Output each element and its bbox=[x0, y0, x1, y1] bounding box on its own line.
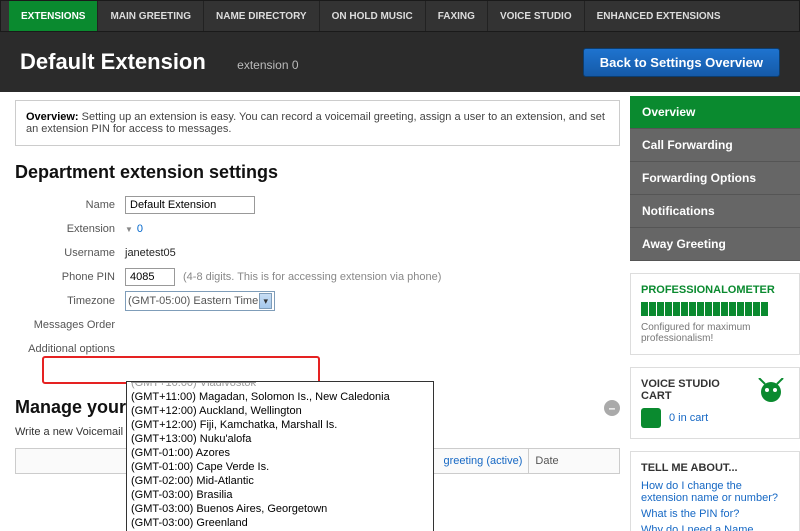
voice-studio-cart-card: VOICE STUDIO CART 0 in cart bbox=[630, 367, 800, 439]
tab-faxing[interactable]: FAXING bbox=[425, 1, 487, 31]
tellme-title: TELL ME ABOUT... bbox=[641, 462, 789, 474]
timezone-option[interactable]: (GMT-01:00) Azores bbox=[127, 446, 433, 460]
timezone-dropdown[interactable]: (GMT+10:00) Vladivostok(GMT+11:00) Magad… bbox=[126, 381, 434, 531]
grasshopper-icon bbox=[753, 378, 789, 418]
meter-sub: Configured for maximum professionalism! bbox=[641, 322, 789, 344]
username-value: janetest05 bbox=[125, 247, 176, 259]
extension-value[interactable]: 0 bbox=[137, 223, 143, 235]
cart-title: VOICE STUDIO CART bbox=[641, 378, 753, 402]
name-input[interactable] bbox=[125, 196, 255, 214]
tab-on-hold-music[interactable]: ON HOLD MUSIC bbox=[319, 1, 425, 31]
pin-hint: (4-8 digits. This is for accessing exten… bbox=[183, 271, 441, 283]
side-forwarding-options[interactable]: Forwarding Options bbox=[630, 162, 800, 195]
tellme-link-3[interactable]: Why do I need a Name Greeting? bbox=[641, 524, 789, 531]
timezone-option[interactable]: (GMT+12:00) Auckland, Wellington bbox=[127, 404, 433, 418]
overview-label: Overview: bbox=[26, 111, 79, 123]
side-call-forwarding[interactable]: Call Forwarding bbox=[630, 129, 800, 162]
timezone-selected-value: (GMT-05:00) Eastern Time (US & C bbox=[128, 295, 259, 307]
extension-label: Extension bbox=[15, 223, 125, 235]
messages-order-label: Messages Order bbox=[15, 319, 125, 331]
extension-subtitle: extension 0 bbox=[237, 58, 298, 72]
cart-icon bbox=[641, 408, 661, 428]
side-notifications[interactable]: Notifications bbox=[630, 195, 800, 228]
meter-bars bbox=[641, 302, 789, 316]
col-date: Date bbox=[529, 449, 620, 474]
tellme-link-2[interactable]: What is the PIN for? bbox=[641, 508, 789, 520]
timezone-option[interactable]: (GMT-03:00) Greenland bbox=[127, 516, 433, 530]
tab-enhanced-extensions[interactable]: ENHANCED EXTENSIONS bbox=[584, 1, 733, 31]
meter-title: PROFESSIONALOMETER bbox=[641, 284, 789, 296]
tab-name-directory[interactable]: NAME DIRECTORY bbox=[203, 1, 319, 31]
timezone-option[interactable]: (GMT+11:00) Magadan, Solomon Is., New Ca… bbox=[127, 390, 433, 404]
tell-me-about-card: TELL ME ABOUT... How do I change the ext… bbox=[630, 451, 800, 531]
top-tab-bar: EXTENSIONS MAIN GREETING NAME DIRECTORY … bbox=[0, 0, 800, 32]
timezone-option[interactable]: (GMT+13:00) Nuku'alofa bbox=[127, 432, 433, 446]
timezone-option[interactable]: (GMT-03:00) Brasilia bbox=[127, 488, 433, 502]
extension-caret-icon[interactable]: ▼ bbox=[125, 225, 133, 234]
tab-main-greeting[interactable]: MAIN GREETING bbox=[97, 1, 203, 31]
username-label: Username bbox=[15, 247, 125, 259]
overview-box: Overview: Setting up an extension is eas… bbox=[15, 100, 620, 146]
cart-link[interactable]: 0 in cart bbox=[669, 412, 708, 424]
additional-options-label: Additional options bbox=[15, 343, 125, 355]
timezone-option[interactable]: (GMT-01:00) Cape Verde Is. bbox=[127, 460, 433, 474]
side-overview[interactable]: Overview bbox=[630, 96, 800, 129]
timezone-option[interactable]: (GMT+12:00) Fiji, Kamchatka, Marshall Is… bbox=[127, 418, 433, 432]
page-title: Default Extension bbox=[20, 49, 206, 75]
back-to-settings-button[interactable]: Back to Settings Overview bbox=[583, 48, 780, 77]
timezone-option[interactable]: (GMT-03:00) Buenos Aires, Georgetown bbox=[127, 502, 433, 516]
overview-text: Setting up an extension is easy. You can… bbox=[26, 111, 605, 135]
timezone-select[interactable]: (GMT-05:00) Eastern Time (US & C ▾ bbox=[125, 291, 275, 311]
tab-extensions[interactable]: EXTENSIONS bbox=[9, 1, 97, 31]
tab-voice-studio[interactable]: VOICE STUDIO bbox=[487, 1, 584, 31]
timezone-option[interactable]: (GMT+10:00) Vladivostok bbox=[127, 381, 433, 390]
timezone-option[interactable]: (GMT-02:00) Mid-Atlantic bbox=[127, 474, 433, 488]
dept-settings-heading: Department extension settings bbox=[15, 162, 620, 183]
pin-input[interactable] bbox=[125, 268, 175, 286]
name-label: Name bbox=[15, 199, 125, 211]
timezone-label: Timezone bbox=[15, 295, 125, 307]
tellme-link-1[interactable]: How do I change the extension name or nu… bbox=[641, 480, 789, 504]
chevron-down-icon[interactable]: ▾ bbox=[259, 293, 272, 309]
page-header: Default Extension extension 0 Back to Se… bbox=[0, 32, 800, 92]
collapse-icon[interactable]: – bbox=[604, 400, 620, 416]
side-away-greeting[interactable]: Away Greeting bbox=[630, 228, 800, 261]
pin-label: Phone PIN bbox=[15, 271, 125, 283]
professionalometer-card: PROFESSIONALOMETER Configured for maximu… bbox=[630, 273, 800, 355]
